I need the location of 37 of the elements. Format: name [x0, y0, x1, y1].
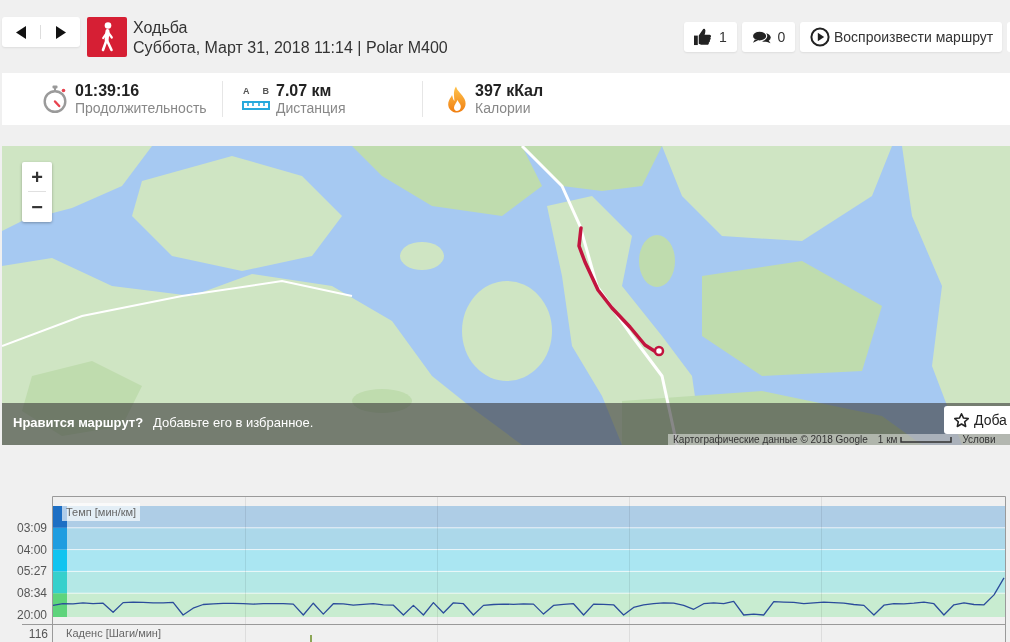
y-axis-label: 116	[28, 628, 48, 641]
speech-bubbles-icon	[751, 30, 771, 44]
activity-subtitle: Суббота, Март 31, 2018 11:14 | Polar M400	[133, 38, 448, 58]
y-axis-label: 08:34	[16, 586, 47, 601]
y-axis-label: 04:00	[16, 542, 47, 557]
thumbs-up-icon	[694, 28, 713, 46]
like-button[interactable]: 1	[684, 22, 737, 52]
favorite-hint: Добавьте его в избранное.	[153, 415, 314, 431]
zoom-out-button[interactable]: −	[22, 192, 52, 221]
flame-icon	[447, 85, 467, 113]
summary-label: Калории	[475, 100, 532, 116]
summary-label: Продолжительность	[75, 100, 207, 116]
play-route-button[interactable]: Воспроизвести маршрут	[800, 22, 1002, 52]
summary-value: 01:39:16	[75, 82, 141, 100]
walking-person-icon	[87, 17, 127, 57]
map-attribution: Картографические данные © 2018 Google	[673, 434, 868, 445]
stopwatch-icon	[42, 85, 68, 113]
summary-value: 7.07 км	[276, 82, 333, 100]
map-terms-link[interactable]: Услови	[962, 434, 996, 445]
summary-value: 397 кКал	[475, 82, 544, 100]
map-scale-label: 1 км	[877, 434, 898, 445]
zoom-in-button[interactable]: +	[22, 162, 52, 191]
right-triangle-icon	[55, 25, 66, 39]
add-favorite-button[interactable]: Доба	[944, 406, 1010, 434]
chart-title: Темп [мин/км]	[62, 503, 141, 521]
left-triangle-icon	[16, 25, 26, 39]
activity-title: Ходьба	[133, 18, 189, 38]
play-circle-icon	[810, 27, 830, 47]
summary-label: Дистанция	[276, 100, 346, 116]
favorite-question: Нравится маршрут?	[13, 415, 144, 431]
chart-title: Каденс [Шаги/мин]	[66, 626, 161, 640]
comments-button[interactable]: 0	[742, 22, 795, 52]
scale-bar-icon	[900, 436, 953, 443]
y-axis-label: 20:00	[16, 608, 47, 622]
y-axis-label: 03:09	[16, 520, 47, 535]
y-axis-label: 05:27	[16, 564, 47, 579]
star-icon	[953, 411, 970, 429]
